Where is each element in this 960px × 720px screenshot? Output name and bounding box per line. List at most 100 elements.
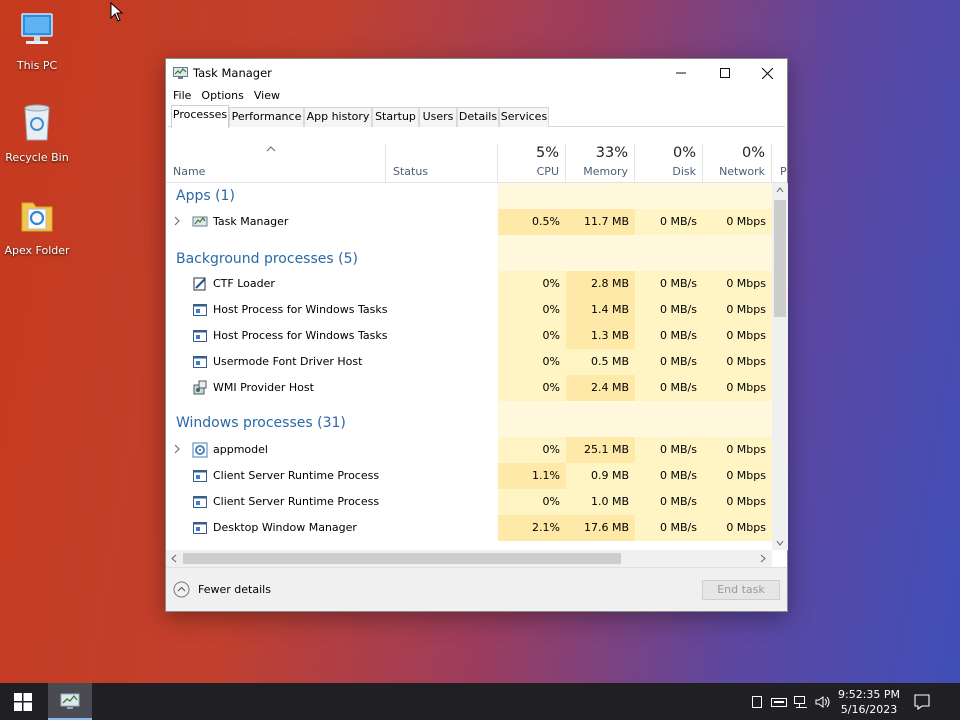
- process-name: Usermode Font Driver Host: [213, 355, 363, 368]
- process-name: WMI Provider Host: [213, 381, 314, 394]
- menu-file[interactable]: File: [168, 87, 196, 106]
- network-value: 0 Mbps: [703, 463, 772, 489]
- cpu-value: 0%: [498, 437, 566, 463]
- close-button[interactable]: [745, 59, 789, 87]
- disk-value: 0 MB/s: [635, 271, 703, 297]
- column-cpu-label: CPU: [536, 165, 559, 178]
- service-window-icon: [193, 356, 207, 368]
- menu-options[interactable]: Options: [196, 87, 248, 106]
- fewer-details-button[interactable]: Fewer details: [173, 581, 271, 598]
- desktop-icon-recycle-bin[interactable]: Recycle Bin: [0, 102, 74, 164]
- desktop-icon-apex-folder[interactable]: Apex Folder: [0, 195, 74, 257]
- column-name[interactable]: Name: [166, 144, 386, 182]
- column-status[interactable]: Status: [386, 144, 498, 182]
- disk-value: 0 MB/s: [635, 297, 703, 323]
- scroll-down-icon[interactable]: [776, 540, 784, 546]
- process-list: Apps (1) Task Manager 0.5% 11.7 MB 0 MB/…: [166, 183, 772, 550]
- column-power-cut[interactable]: P: [772, 144, 787, 182]
- service-window-icon: [193, 304, 207, 316]
- column-disk[interactable]: 0% Disk: [635, 144, 703, 182]
- keyboard-icon[interactable]: [770, 694, 788, 710]
- title-bar[interactable]: Task Manager: [166, 59, 787, 87]
- menu-view[interactable]: View: [249, 87, 285, 106]
- scroll-right-icon[interactable]: [760, 554, 766, 563]
- network-value: 0 Mbps: [703, 349, 772, 375]
- memory-value: 1.4 MB: [566, 297, 635, 323]
- ctf-loader-icon: [193, 277, 206, 291]
- scroll-left-icon[interactable]: [171, 554, 177, 563]
- task-manager-app-icon: [173, 67, 188, 79]
- desktop-icon-this-pc[interactable]: This PC: [0, 10, 74, 72]
- memory-value: 0.9 MB: [566, 463, 635, 489]
- table-row[interactable]: Client Server Runtime Process 1.1% 0.9 M…: [166, 463, 772, 489]
- menu-bar: File Options View: [166, 87, 787, 106]
- table-row[interactable]: Client Server Runtime Process 0% 1.0 MB …: [166, 489, 772, 515]
- group-header-background[interactable]: Background processes (5): [166, 235, 772, 271]
- tab-users[interactable]: Users: [419, 107, 457, 127]
- process-name: Task Manager: [213, 215, 289, 228]
- cpu-value: 0%: [498, 297, 566, 323]
- volume-icon[interactable]: [814, 694, 832, 710]
- network-icon[interactable]: [792, 694, 810, 710]
- vertical-scroll-thumb[interactable]: [774, 200, 786, 317]
- table-row[interactable]: WMI Provider Host 0% 2.4 MB 0 MB/s 0 Mbp…: [166, 375, 772, 401]
- desktop-icon-label: Apex Folder: [4, 244, 70, 257]
- table-row[interactable]: appmodel 0% 25.1 MB 0 MB/s 0 Mbps: [166, 437, 772, 463]
- table-row[interactable]: Host Process for Windows Tasks 0% 1.3 MB…: [166, 323, 772, 349]
- process-name: appmodel: [213, 443, 268, 456]
- column-cpu[interactable]: 5% CPU: [498, 144, 566, 182]
- column-memory-label: Memory: [583, 165, 628, 178]
- network-value: 0 Mbps: [703, 437, 772, 463]
- tab-services[interactable]: Services: [499, 107, 549, 127]
- close-icon: [761, 67, 773, 79]
- network-value: 0 Mbps: [703, 375, 772, 401]
- minimize-button[interactable]: [659, 59, 703, 87]
- disk-total: 0%: [672, 145, 696, 161]
- start-button[interactable]: [0, 683, 46, 720]
- column-memory[interactable]: 33% Memory: [566, 144, 635, 182]
- cpu-value: 0%: [498, 489, 566, 515]
- cpu-value: 0.5%: [498, 209, 566, 235]
- tablet-mode-icon[interactable]: [749, 694, 765, 710]
- cpu-value: 0%: [498, 375, 566, 401]
- recycle-bin-icon: [24, 104, 50, 141]
- table-row[interactable]: Usermode Font Driver Host 0% 0.5 MB 0 MB…: [166, 349, 772, 375]
- scroll-up-icon[interactable]: [776, 187, 784, 193]
- column-power-label: P: [780, 165, 787, 178]
- system-tray: [746, 683, 834, 720]
- window-title: Task Manager: [193, 66, 272, 80]
- cpu-value: 0%: [498, 349, 566, 375]
- chevron-right-icon[interactable]: [173, 444, 181, 454]
- horizontal-scrollbar[interactable]: [166, 550, 772, 567]
- group-header-windows[interactable]: Windows processes (31): [166, 401, 772, 437]
- tab-app-history[interactable]: App history: [304, 107, 372, 127]
- column-network[interactable]: 0% Network: [703, 144, 772, 182]
- taskbar-clock[interactable]: 9:52:35 PM 5/16/2023: [832, 687, 906, 717]
- table-row[interactable]: CTF Loader 0% 2.8 MB 0 MB/s 0 Mbps: [166, 271, 772, 297]
- memory-value: 1.0 MB: [566, 489, 635, 515]
- tab-strip: Processes Performance App history Startu…: [168, 105, 785, 128]
- table-row[interactable]: Host Process for Windows Tasks 0% 1.4 MB…: [166, 297, 772, 323]
- service-window-icon: [193, 330, 207, 342]
- footer-bar: Fewer details End task: [166, 567, 787, 611]
- maximize-button[interactable]: [703, 59, 747, 87]
- table-row[interactable]: Task Manager 0.5% 11.7 MB 0 MB/s 0 Mbps: [166, 209, 772, 235]
- horizontal-scroll-thumb[interactable]: [183, 553, 621, 564]
- tab-details[interactable]: Details: [457, 107, 499, 127]
- group-header-apps[interactable]: Apps (1): [166, 183, 772, 209]
- maximize-icon: [720, 68, 730, 78]
- table-row[interactable]: Desktop Window Manager 2.1% 17.6 MB 0 MB…: [166, 515, 772, 541]
- process-name: Client Server Runtime Process: [213, 495, 380, 508]
- chevron-right-icon[interactable]: [173, 216, 181, 226]
- tab-performance[interactable]: Performance: [229, 107, 304, 127]
- process-name: Host Process for Windows Tasks: [213, 329, 388, 342]
- tab-startup[interactable]: Startup: [372, 107, 419, 127]
- notification-icon[interactable]: [912, 692, 932, 712]
- taskbar-task-manager[interactable]: [48, 683, 92, 720]
- sort-ascending-icon: [266, 146, 276, 152]
- end-task-button[interactable]: End task: [702, 580, 780, 600]
- vertical-scrollbar[interactable]: [772, 183, 788, 550]
- tab-processes[interactable]: Processes: [171, 105, 229, 128]
- network-value: 0 Mbps: [703, 489, 772, 515]
- cpu-value: 2.1%: [498, 515, 566, 541]
